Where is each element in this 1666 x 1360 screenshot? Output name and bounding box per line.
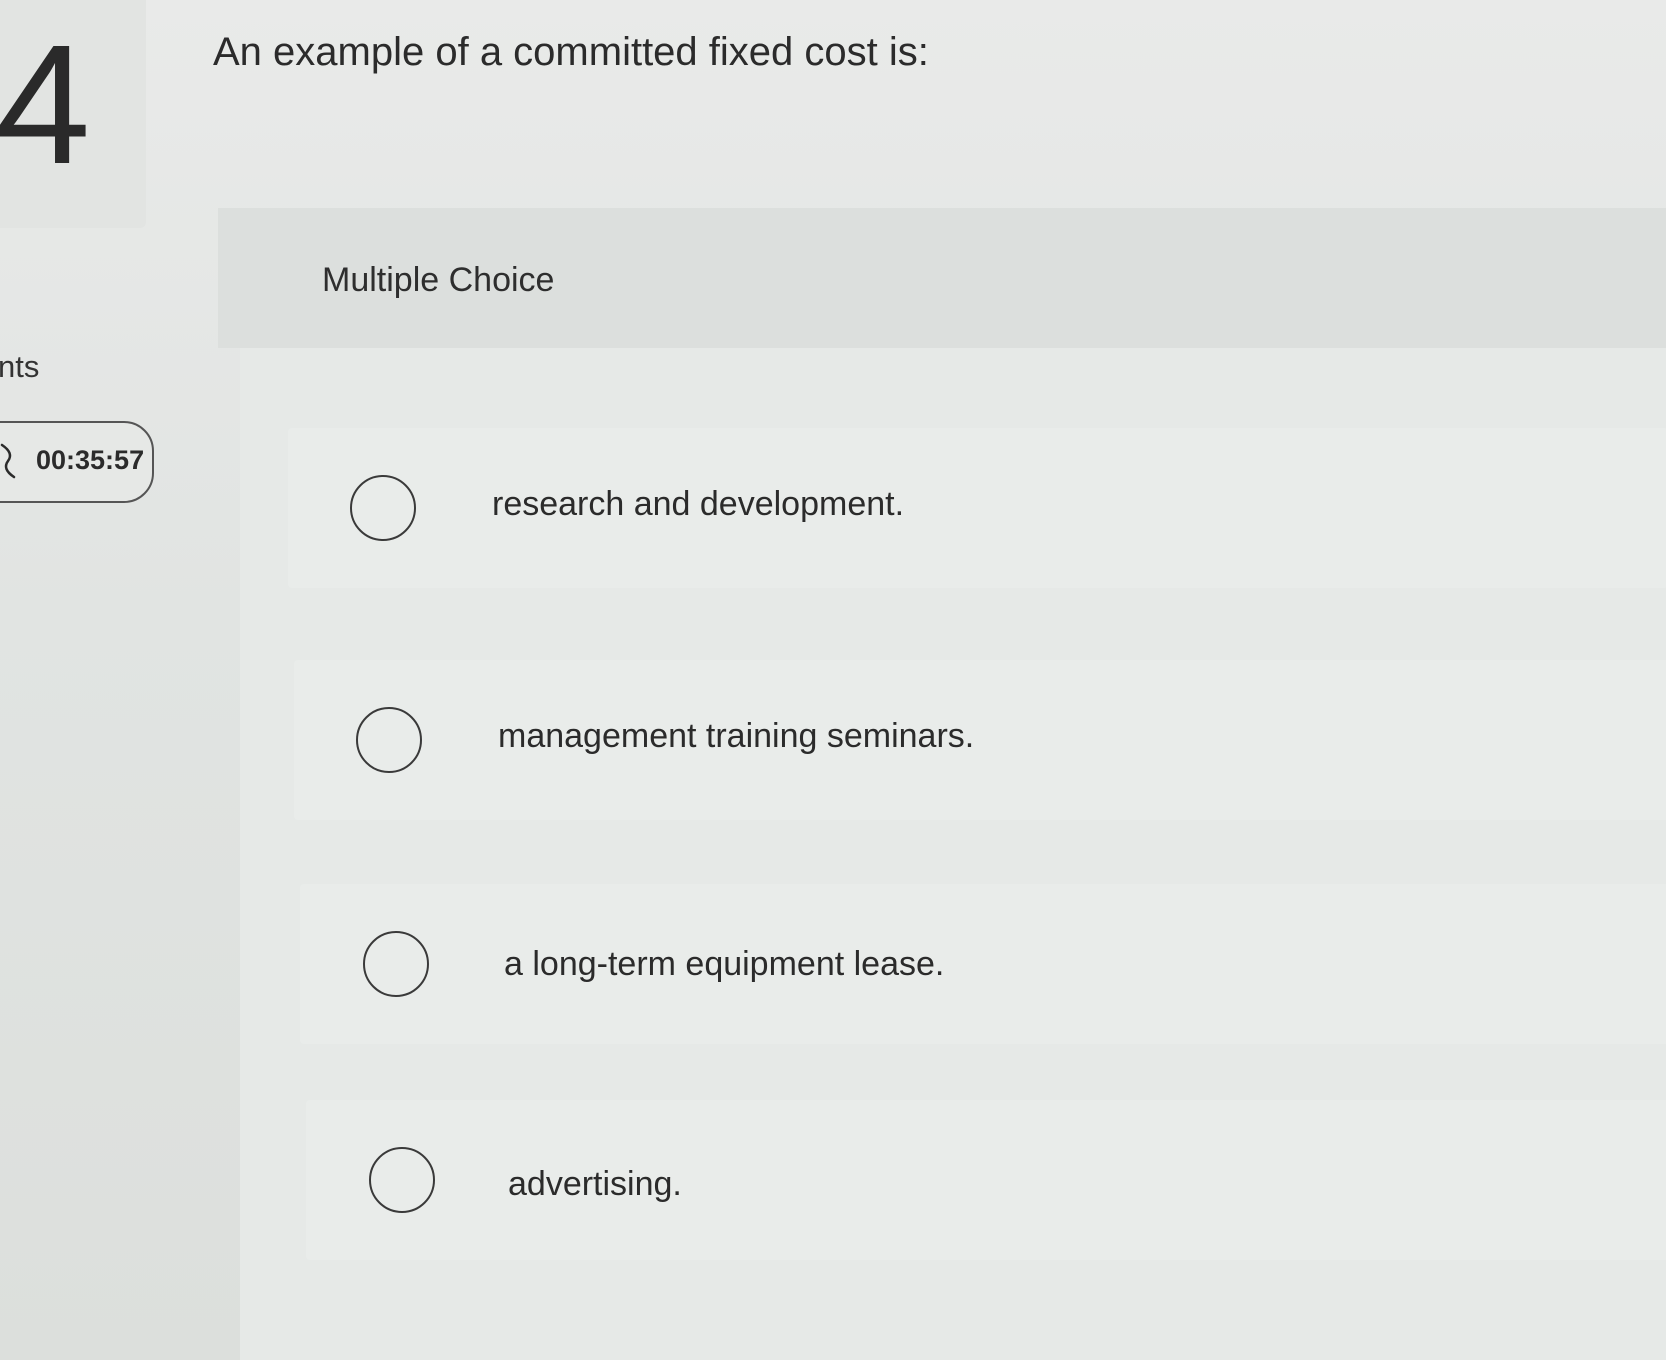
radio-button[interactable] <box>356 707 422 773</box>
hourglass-icon <box>0 443 16 479</box>
answer-option[interactable]: research and development. <box>288 428 1666 588</box>
question-prompt: An example of a committed fixed cost is: <box>213 30 929 74</box>
timer-value: 00:35:57 <box>36 445 145 475</box>
answer-option-text: management training seminars. <box>498 717 975 755</box>
answer-option[interactable]: advertising. <box>306 1100 1666 1260</box>
question-number: 4 <box>0 10 91 200</box>
radio-button[interactable] <box>350 475 416 541</box>
radio-button[interactable] <box>363 931 429 997</box>
question-number-panel: 4 <box>0 0 146 228</box>
answer-option-text: research and development. <box>492 485 905 523</box>
answer-option[interactable]: a long-term equipment lease. <box>300 884 1666 1044</box>
timer-badge: 00:35:57 <box>0 421 154 503</box>
quiz-page: 4 nts 00:35:57 An example of a committed… <box>0 0 1666 1360</box>
points-label: nts <box>0 349 40 384</box>
radio-button[interactable] <box>369 1147 435 1213</box>
answer-option-text: advertising. <box>508 1165 682 1203</box>
question-type-label: Multiple Choice <box>322 261 555 299</box>
answer-option[interactable]: management training seminars. <box>294 660 1666 820</box>
answer-option-text: a long-term equipment lease. <box>504 945 945 983</box>
